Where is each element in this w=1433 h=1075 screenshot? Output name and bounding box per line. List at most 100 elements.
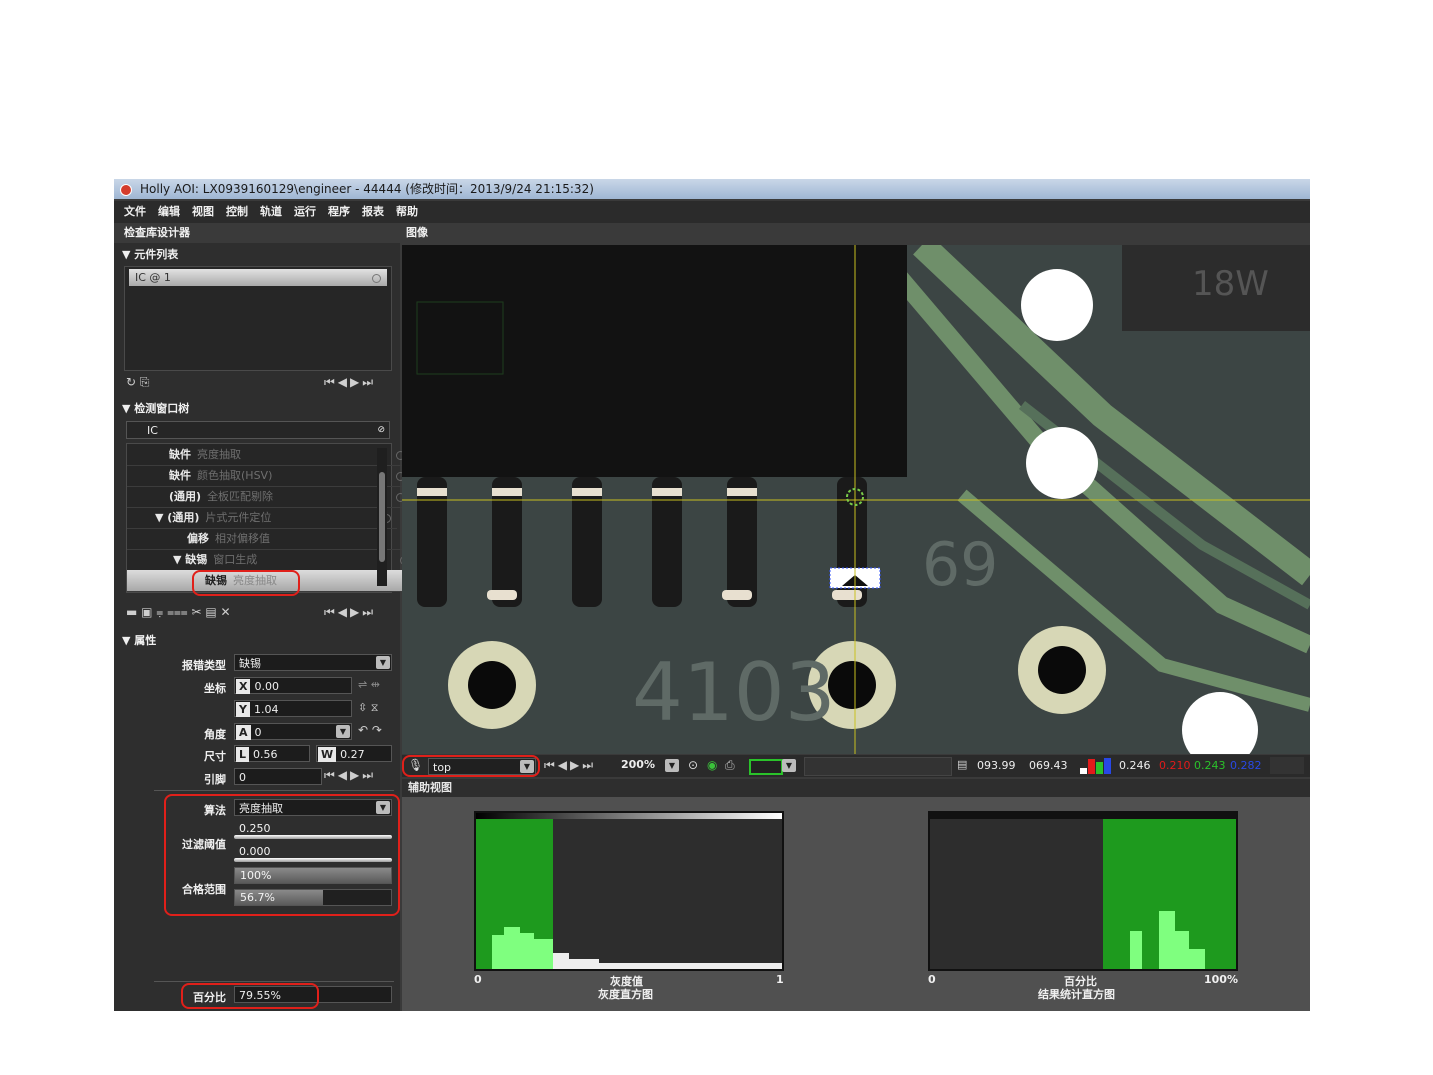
status-dot-icon [372,274,381,283]
chevron-down-icon: ▼ [376,656,390,669]
x-tag: X [236,679,251,694]
highlight-algorithm-params [164,794,400,916]
coord-y: 069.43 [1029,759,1068,772]
menu-report[interactable]: 报表 [356,201,390,223]
inspection-image[interactable]: 18W 4103 69 [402,245,1310,754]
image-header: 图像 [406,226,428,239]
hist-bar [569,959,599,969]
blue-value: 0.282 [1230,759,1262,772]
menu-control[interactable]: 控制 [220,201,254,223]
window-tree-root-label: IC [147,424,158,437]
hist2-x-max: 100% [1204,973,1238,986]
zoom-value[interactable]: 200% [621,758,655,771]
x-field[interactable]: X 0.00 [234,677,352,694]
tree-row[interactable]: (通用) 全板匹配剔除 [127,486,411,508]
tree-row-type: ▼ 缺锡 [173,553,208,566]
component-item[interactable]: IC @ 1 [129,269,387,286]
chevron-down-icon: ▼ [336,725,350,738]
hist-bar [492,935,504,969]
color-dropdown-icon[interactable]: ▼ [782,759,796,772]
status-field [804,757,952,776]
hist-bar [1175,931,1189,969]
divider [154,790,394,791]
svg-text:18W: 18W [1192,264,1269,304]
scrollbar-thumb[interactable] [379,472,385,562]
size-label: 尺寸 [204,750,226,763]
pin-value: 0 [239,771,246,784]
link-icon: ⊘ [377,425,385,435]
hist1-title: 灰度直方图 [598,988,653,1001]
hist-bar [1159,911,1175,969]
error-type-select[interactable]: 缺锡 ▼ [234,654,392,671]
tree-row[interactable]: 缺件 亮度抽取 [127,444,411,466]
hist1-x-max: 1 [776,973,784,986]
window-tree-title[interactable]: ▼ 检测窗口树 [122,401,189,417]
highlight-selected-row [192,570,300,596]
component-list: IC @ 1 [124,266,392,371]
menu-track[interactable]: 轨道 [254,201,288,223]
component-nav[interactable]: ⏮◀▶⏭ [324,375,376,390]
app-window: Holly AOI: LX0939160129\engineer - 44444… [114,179,1310,1011]
tree-row[interactable]: ▼ 缺锡 窗口生成 [127,549,415,571]
w-field[interactable]: W 0.27 [316,745,392,762]
hist2-title: 结果统计直方图 [1038,988,1115,1001]
hist-bar [534,939,553,969]
properties-title[interactable]: ▼ 属性 [122,633,156,649]
tree-row-algo: 相对偏移值 [215,532,270,545]
gray-histogram [474,811,784,971]
status-field [1270,757,1304,774]
hist1-x-min: 0 [474,973,482,986]
target-icon[interactable]: ⊙ [688,758,698,772]
red-value: 0.210 [1159,759,1191,772]
image-nav[interactable]: ⏮◀▶⏭ [544,758,596,773]
tree-toolbar-icons[interactable]: ▬ ▣ ⩦ ⩶ ✂ ▤ ✕ [126,605,231,620]
tree-row-type: 偏移 [187,532,209,545]
rotate-icons[interactable]: ↶ ↷ [358,723,382,737]
align-icons[interactable]: ⇌ ⇹ [358,678,380,691]
error-type-label: 报错类型 [182,659,226,672]
pcb-image: 18W 4103 69 [402,245,1310,754]
y-field[interactable]: Y 1.04 [234,700,352,717]
hist-bar [1189,949,1205,969]
tree-row[interactable]: ▼ (通用) 片式元件定位 [127,507,397,529]
angle-label: 角度 [204,728,226,741]
tree-row[interactable]: 缺件 颜色抽取(HSV) [127,465,411,487]
l-field[interactable]: L 0.56 [234,745,310,762]
hist2-x-min: 0 [928,973,936,986]
pin-nav[interactable]: ⏮◀▶⏭ [324,768,376,783]
flip-icons[interactable]: ⇳ ⧖ [358,701,378,715]
window-title: Holly AOI: LX0939160129\engineer - 44444… [140,182,594,196]
library-designer-panel: ▼ 元件列表 IC @ 1 ↻ ⎘ ⏮◀▶⏭ ▼ 检测窗口树 IC ⊘ 缺件 亮度… [114,243,447,1011]
menu-edit[interactable]: 编辑 [152,201,186,223]
menu-file[interactable]: 文件 [114,201,152,223]
tree-row-algo: 全板匹配剔除 [207,490,274,503]
color-swatch[interactable] [749,759,783,775]
angle-field[interactable]: A0 ▼ [234,723,352,740]
refresh-icon[interactable]: ↻ ⎘ [126,375,149,390]
pin-label: 引脚 [204,773,226,786]
pin-field[interactable]: 0 [234,768,322,785]
component-item-label: IC @ 1 [135,271,171,284]
angle-value: 0 [254,726,262,739]
hist-bar [520,933,534,969]
result-histogram [928,811,1238,971]
print-icon[interactable]: ⎙ [725,758,735,773]
tree-scrollbar[interactable] [377,448,387,586]
menu-help[interactable]: 帮助 [390,201,424,223]
tree-nav[interactable]: ⏮◀▶⏭ [324,605,376,620]
tree-row-type: 缺件 [169,469,191,482]
menu-run[interactable]: 运行 [288,201,322,223]
zoom-dropdown-icon[interactable]: ▼ [665,759,679,772]
hist-bar [599,963,782,969]
eye-icon[interactable]: ◉ [707,758,717,772]
menu-view[interactable]: 视图 [186,201,220,223]
green-value: 0.243 [1194,759,1226,772]
highlight-view-select [402,755,540,777]
hist-bar [1130,931,1142,969]
gray-value: 0.246 [1119,759,1151,772]
component-list-title[interactable]: ▼ 元件列表 [122,247,178,263]
hist-bar [553,953,569,969]
menu-program[interactable]: 程序 [322,201,356,223]
window-tree-root[interactable]: IC ⊘ [126,421,390,439]
coord-label: 坐标 [204,682,226,695]
